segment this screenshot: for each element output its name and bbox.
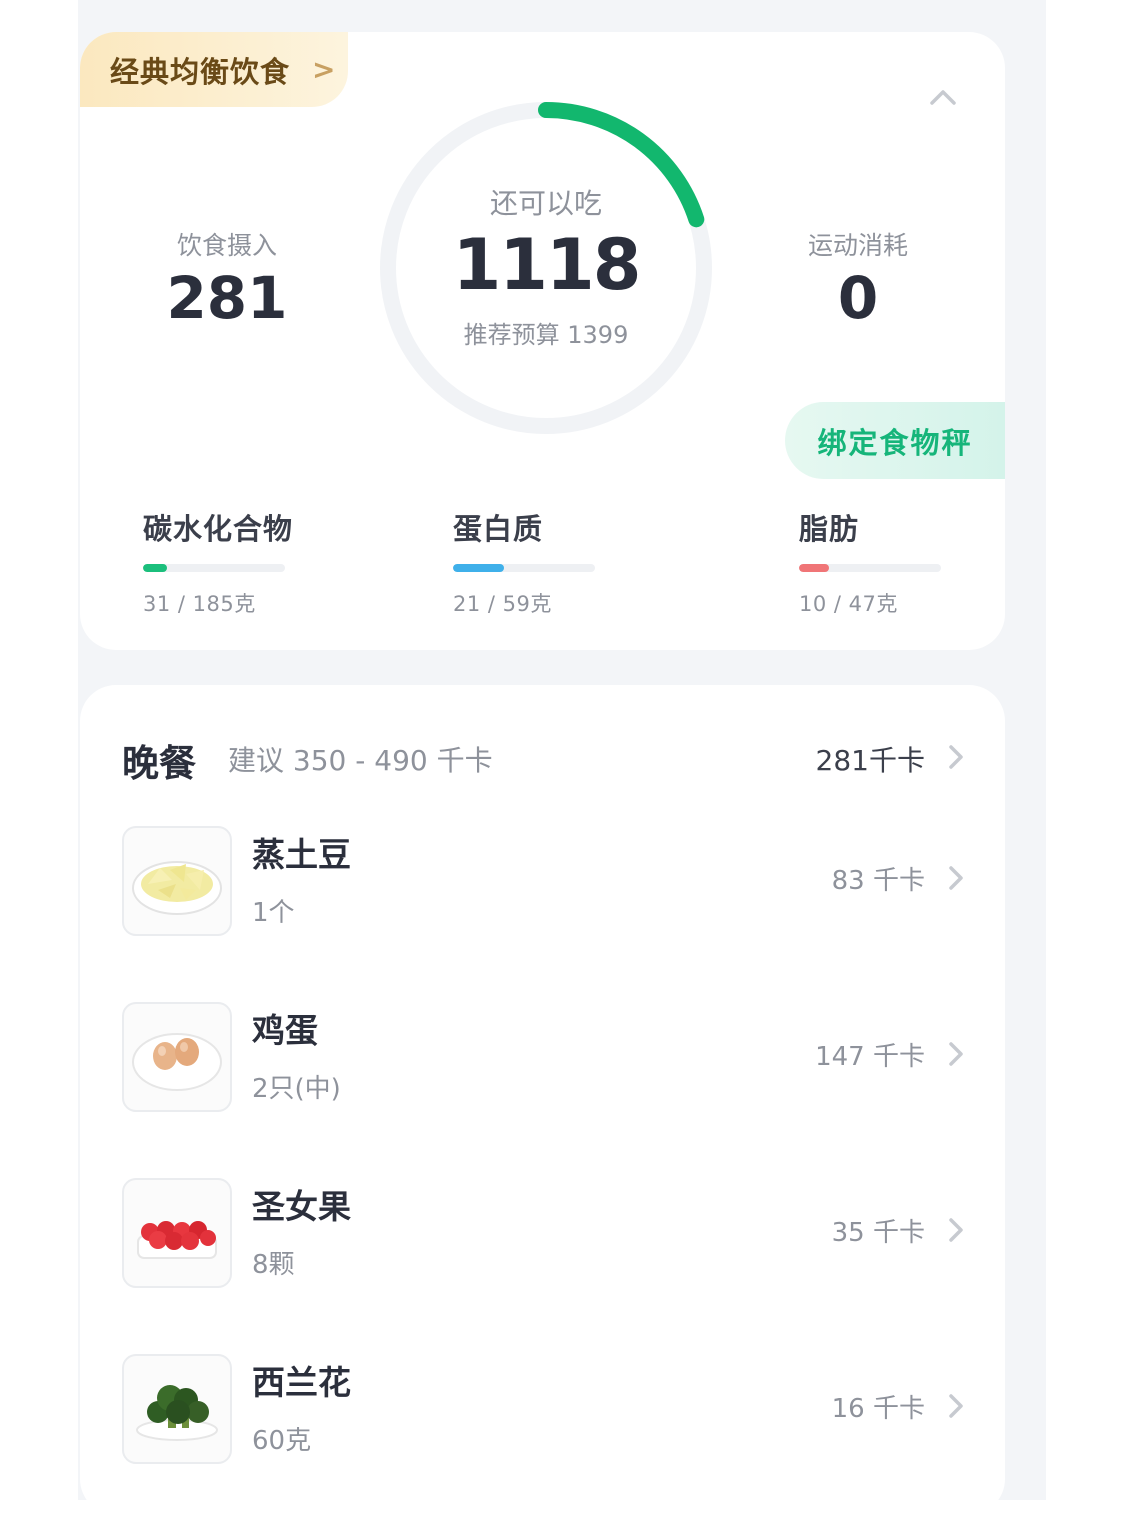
remaining-label: 还可以吃 [489,187,602,220]
food-calories: 83 千卡 [831,866,925,896]
macro-name: 碳水化合物 [143,512,294,546]
chevron-right-icon: > [312,53,337,86]
diet-plan-tag[interactable]: 经典均衡饮食 > [80,32,348,107]
meal-header[interactable]: 晚餐 建议 350 - 490 千卡 281千卡 [122,733,965,785]
macro-name: 脂肪 [799,512,860,546]
cherry-tomatoes-image [122,1178,232,1288]
meal-title: 晚餐 [122,742,196,785]
food-quantity: 60克 [252,1426,312,1456]
food-name: 鸡蛋 [252,1011,318,1050]
macro-progress-fill [453,564,504,572]
food-item[interactable]: 鸡蛋 2只(中) 147 千卡 [122,1002,965,1112]
exercise-label: 运动消耗 [807,231,908,260]
recommended-budget: 推荐预算 1399 [463,321,629,349]
meal-suggestion: 建议 350 - 490 千卡 [228,744,493,777]
food-name: 圣女果 [252,1187,351,1226]
food-calories: 147 千卡 [815,1042,925,1072]
diet-plan-label: 经典均衡饮食 [110,54,291,89]
chevron-right-icon [949,866,963,890]
food-name: 西兰花 [252,1363,351,1402]
intake-label: 饮食摄入 [176,231,277,260]
chevron-right-icon [949,745,963,769]
food-name: 蒸土豆 [252,835,351,874]
food-quantity: 8颗 [252,1250,295,1280]
food-quantity: 1个 [252,898,295,928]
dinner-card: 晚餐 建议 350 - 490 千卡 281千卡 蒸土豆 1个 83 千卡 鸡蛋… [80,685,1005,1515]
macro-name: 蛋白质 [453,512,544,546]
macro-amount: 31 / 185克 [143,592,256,616]
intake-value: 281 [166,264,288,332]
food-item[interactable]: 蒸土豆 1个 83 千卡 [122,826,965,936]
macro-fat: 脂肪 10 / 47克 [799,506,999,618]
exercise-value: 0 [837,264,879,332]
remaining-value: 1118 [452,224,642,306]
macro-carbs: 碳水化合物 31 / 185克 [143,506,343,618]
food-quantity: 2只(中) [252,1074,341,1104]
macro-progress-track [453,564,595,572]
macro-progress-fill [799,564,830,572]
food-item[interactable]: 圣女果 8颗 35 千卡 [122,1178,965,1288]
macro-progress-track [799,564,941,572]
macro-protein: 蛋白质 21 / 59克 [453,506,653,618]
calorie-summary-card: 经典均衡饮食 > 饮食摄入 281 还可以吃 1118 推荐预算 1399 运动… [80,32,1005,650]
food-item[interactable]: 西兰花 60克 16 千卡 [122,1354,965,1464]
broccoli-image [122,1354,232,1464]
chevron-up-icon[interactable] [928,86,958,108]
food-calories: 16 千卡 [831,1394,925,1424]
macro-amount: 21 / 59克 [453,592,552,616]
macro-amount: 10 / 47克 [799,592,898,616]
food-calories: 35 千卡 [831,1218,925,1248]
macro-progress-fill [143,564,167,572]
steamed-potato-image [122,826,232,936]
eggs-image [122,1002,232,1112]
chevron-right-icon [949,1218,963,1242]
chevron-right-icon [949,1394,963,1418]
chevron-right-icon [949,1042,963,1066]
bind-food-scale-button[interactable]: 绑定食物秤 [785,402,1005,479]
macro-progress-track [143,564,285,572]
meal-total-calories: 281千卡 [815,744,925,777]
